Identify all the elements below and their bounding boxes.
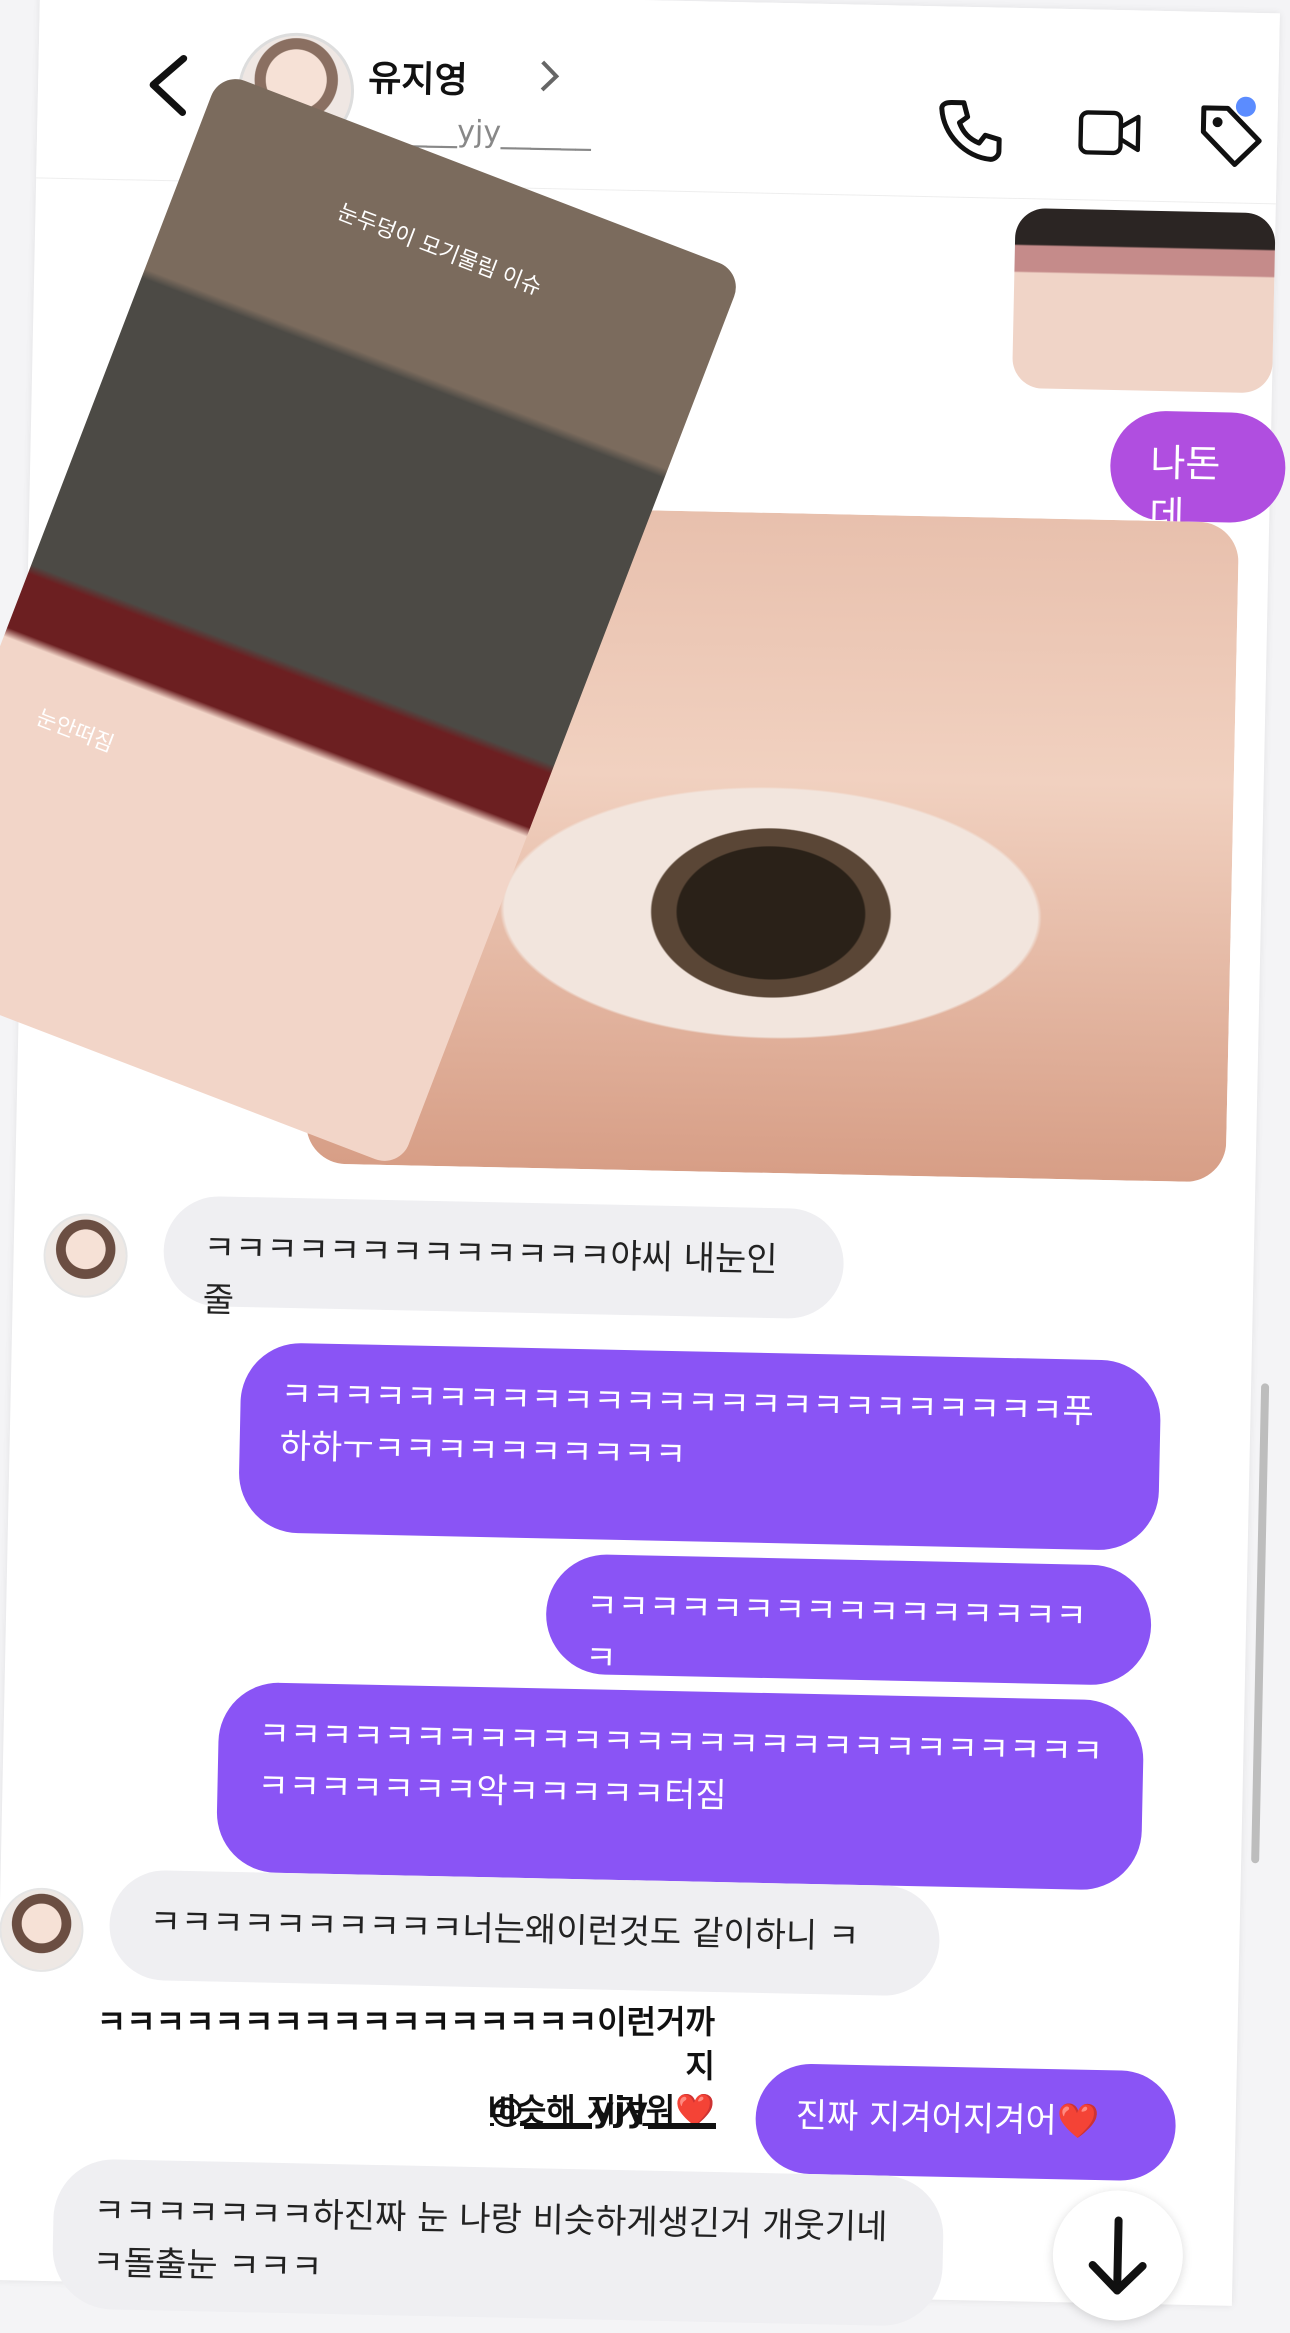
phone-icon[interactable]: [937, 96, 1004, 163]
scrollbar[interactable]: [1251, 1383, 1270, 1864]
avatar[interactable]: [42, 1212, 129, 1299]
message-text: ㅋㅋㅋㅋㅋㅋㅋㅋㅋㅋㅋㅋㅋㅋㅋㅋㅋㅋㅋㅋㅋㅋㅋㅋㅋㅋㅋㅋㅋㅋㅋㅋㅋㅋ악ㅋㅋㅋㅋㅋ…: [257, 1714, 1104, 1817]
back-arrow-icon[interactable]: [137, 50, 198, 121]
message-text: ㅋㅋㅋㅋㅋㅋㅋ하진짜 눈 나랑 비슷하게생긴거 개웃기네 ㅋ돌출눈 ㅋㅋㅋ: [92, 2191, 888, 2288]
message-bubble[interactable]: ㅋㅋㅋㅋㅋㅋㅋㅋㅋㅋㅋㅋㅋㅋㅋㅋㅋ: [544, 1553, 1153, 1687]
message-bubble[interactable]: ㅋㅋㅋㅋㅋㅋㅋㅋㅋㅋㅋㅋㅋㅋㅋㅋㅋㅋㅋㅋㅋㅋㅋㅋㅋ푸하하ㅜㅋㅋㅋㅋㅋㅋㅋㅋㅋㅋ: [237, 1341, 1162, 1552]
message-bubble[interactable]: ㅋㅋㅋㅋㅋㅋㅋㅋㅋㅋㅋㅋㅋㅋㅋㅋㅋㅋㅋㅋㅋㅋㅋㅋㅋㅋㅋㅋㅋㅋㅋㅋㅋㅋ악ㅋㅋㅋㅋㅋ…: [215, 1681, 1145, 1891]
message-text: 진짜 지겨어지겨어❤️: [795, 2095, 1100, 2143]
message-text: ㅋㅋㅋㅋㅋㅋㅋㅋㅋㅋㅋㅋㅋㅋㅋㅋㅋㅋㅋㅋㅋㅋㅋㅋㅋ푸하하ㅜㅋㅋㅋㅋㅋㅋㅋㅋㅋㅋ: [279, 1374, 1095, 1476]
message-bubble[interactable]: ㅋㅋㅋㅋㅋㅋㅋㅋㅋㅋ너는왜이런것도 같이하니 ㅋ: [108, 1869, 941, 1997]
sent-photo-thumbnail[interactable]: [1011, 207, 1276, 394]
message-bubble[interactable]: ㅋㅋㅋㅋㅋㅋㅋㅋㅋㅋㅋㅋㅋ야씨 내눈인줄: [162, 1195, 845, 1321]
message-text: ㅋㅋㅋㅋㅋㅋㅋㅋㅋㅋㅋㅋㅋㅋㅋㅋㅋ: [584, 1586, 1088, 1679]
message-text: ㅋㅋㅋㅋㅋㅋㅋㅋㅋㅋ너는왜이런것도 같이하니 ㅋ: [149, 1902, 860, 1958]
message-bubble[interactable]: 진짜 지겨어지겨어❤️: [754, 2062, 1177, 2182]
sticker-line: ㅋㅋㅋㅋㅋㅋㅋㅋㅋㅋㅋㅋㅋㅋㅋㅋㅋ이런거까지: [96, 2003, 715, 2085]
message-bubble[interactable]: 나돈데: [1109, 409, 1287, 538]
message-bubble[interactable]: ㅋㅋㅋㅋㅋㅋㅋ하진짜 눈 나랑 비슷하게생긴거 개웃기네 ㅋ돌출눈 ㅋㅋㅋ: [51, 2158, 945, 2327]
chevron-right-icon[interactable]: [538, 56, 563, 96]
avatar[interactable]: [0, 1887, 85, 1973]
story-inner-caption: 눈안떠짐: [32, 705, 118, 758]
message-text: ㅋㅋㅋㅋㅋㅋㅋㅋㅋㅋㅋㅋㅋ야씨 내눈인줄: [202, 1228, 778, 1321]
contact-name[interactable]: 유지영: [368, 49, 468, 103]
story-caption: 눈두덩이 모기물림 이슈: [333, 199, 545, 301]
video-icon[interactable]: [1077, 99, 1144, 166]
sticker-handle: @____yjy____: [490, 2090, 716, 2130]
scroll-down-button[interactable]: [1051, 2189, 1185, 2322]
arrow-down-icon: [1088, 2216, 1147, 2295]
